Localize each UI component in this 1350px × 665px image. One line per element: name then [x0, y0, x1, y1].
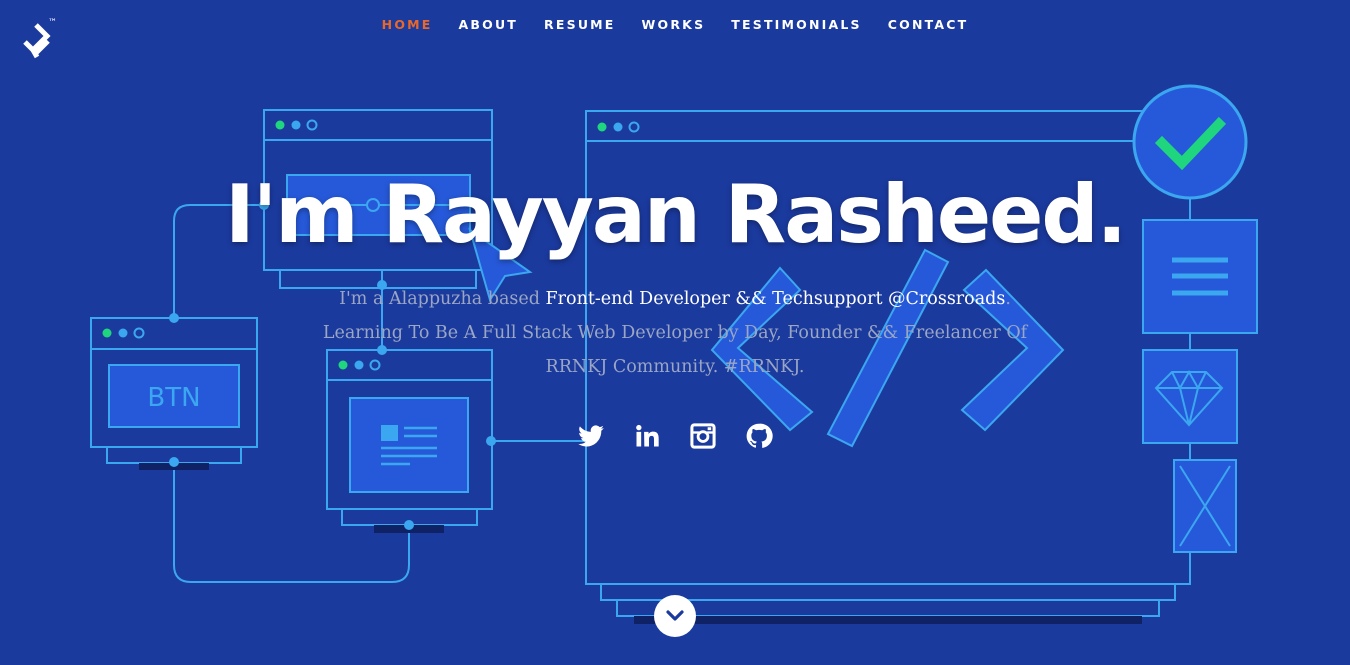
instagram-icon[interactable] [689, 422, 717, 450]
nav-about[interactable]: ABOUT [459, 17, 519, 33]
tagline-intro: I'm a Alappuzha based [339, 289, 546, 309]
tagline-role: Front-end Developer && Techsupport @Cros… [545, 289, 1006, 309]
hero-tagline: I'm a Alappuzha based Front-end Develope… [300, 282, 1050, 384]
nav-resume[interactable]: RESUME [544, 17, 616, 33]
chevron-down-icon [666, 610, 684, 621]
scroll-down-button[interactable] [654, 595, 696, 637]
main-nav: HOME ABOUT RESUME WORKS TESTIMONIALS CON… [0, 17, 1350, 33]
nav-contact[interactable]: CONTACT [888, 17, 969, 33]
twitter-icon[interactable] [577, 422, 605, 450]
social-links [0, 422, 1350, 450]
nav-works[interactable]: WORKS [642, 17, 706, 33]
btn-illustration-label: BTN [147, 383, 200, 413]
github-icon[interactable] [745, 422, 773, 450]
nav-home[interactable]: HOME [382, 17, 433, 33]
nav-testimonials[interactable]: TESTIMONIALS [731, 17, 861, 33]
hero-title: I'm Rayyan Rasheed. [224, 168, 1127, 261]
linkedin-icon[interactable] [633, 422, 661, 450]
